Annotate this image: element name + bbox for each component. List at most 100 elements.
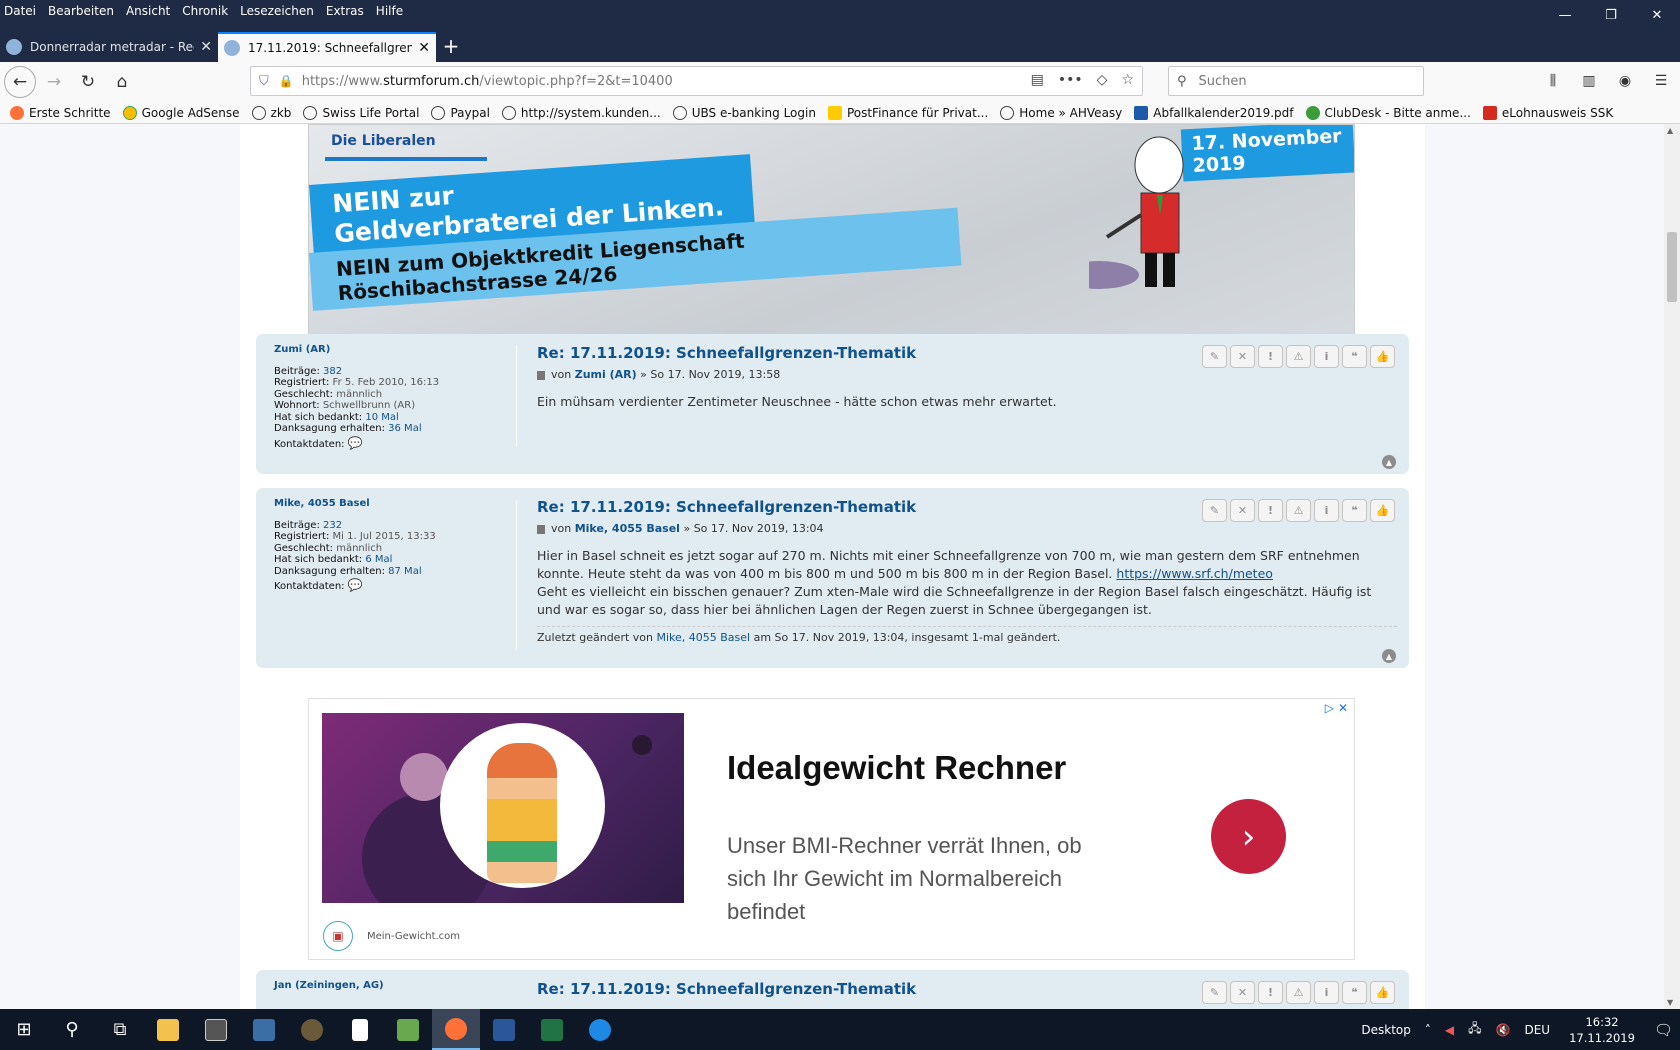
- url-bar[interactable]: ⛉ 🔒 https://www.sturmforum.ch/viewtopic.…: [250, 66, 1143, 96]
- back-to-top-icon[interactable]: ▲: [1382, 649, 1396, 663]
- file-explorer-icon[interactable]: [144, 1009, 192, 1050]
- notifications-icon[interactable]: 🗨: [1654, 1021, 1673, 1039]
- url-text[interactable]: https://www.sturmforum.ch/viewtopic.php?…: [302, 74, 673, 89]
- forward-arrow-icon[interactable]: →: [38, 66, 70, 98]
- info-icon[interactable]: i: [1314, 981, 1339, 1004]
- reload-icon[interactable]: ↻: [72, 66, 104, 98]
- game-icon[interactable]: [288, 1009, 336, 1050]
- report-icon[interactable]: !: [1258, 499, 1283, 522]
- tracking-shield-icon[interactable]: ⛉: [259, 74, 269, 89]
- delete-icon[interactable]: ✕: [1230, 499, 1255, 522]
- task-view-icon[interactable]: ⧉: [96, 1009, 144, 1050]
- bookmark-abfallkalender[interactable]: Abfallkalender2019.pdf: [1134, 105, 1294, 120]
- back-arrow-icon[interactable]: ←: [4, 66, 36, 98]
- excel-icon[interactable]: [528, 1009, 576, 1050]
- page-actions-icon[interactable]: •••: [1058, 72, 1083, 88]
- delete-icon[interactable]: ✕: [1230, 981, 1255, 1004]
- edit-icon[interactable]: ✎: [1202, 499, 1227, 522]
- pocket-icon[interactable]: ◇: [1097, 72, 1108, 88]
- thanks-icon[interactable]: 👍: [1370, 345, 1395, 368]
- post-author[interactable]: Mike, 4055 Basel: [575, 522, 680, 535]
- search-input[interactable]: ⚲ Suchen: [1168, 66, 1424, 96]
- minimize-icon[interactable]: —: [1542, 0, 1588, 30]
- warning-icon[interactable]: ⚠: [1286, 499, 1311, 522]
- username-link[interactable]: Zumi (AR): [274, 344, 504, 356]
- bookmark-postfinance[interactable]: PostFinance für Privat...: [827, 105, 988, 120]
- edit-icon[interactable]: ✎: [1202, 345, 1227, 368]
- account-icon[interactable]: ◉: [1612, 66, 1638, 96]
- bookmark-ahveasy[interactable]: Home » AHVeasy: [1000, 105, 1122, 120]
- bmi-ad[interactable]: ▣ Mein-Gewicht.com Idealgewicht Rechner …: [308, 698, 1355, 960]
- tab-donnerradar[interactable]: Donnerradar metradar - Regen... ✕: [0, 32, 218, 62]
- edit-icon[interactable]: ✎: [1202, 981, 1227, 1004]
- hamburger-menu-icon[interactable]: ☰: [1648, 66, 1674, 96]
- edited-user-link[interactable]: Mike, 4055 Basel: [656, 631, 750, 644]
- warning-icon[interactable]: ⚠: [1286, 981, 1311, 1004]
- info-icon[interactable]: i: [1314, 345, 1339, 368]
- bookmark-clubdesk[interactable]: ClubDesk - Bitte anme...: [1305, 105, 1471, 120]
- firefox-icon[interactable]: [432, 1009, 480, 1050]
- new-tab-button[interactable]: +: [436, 32, 466, 62]
- library-icon[interactable]: ⫼: [1540, 66, 1566, 96]
- close-window-icon[interactable]: ✕: [1634, 0, 1680, 30]
- chart-app-icon[interactable]: [384, 1009, 432, 1050]
- search-icon[interactable]: ⚲: [48, 1009, 96, 1050]
- scrollbar-thumb[interactable]: [1667, 232, 1677, 302]
- clock[interactable]: 16:32 17.11.2019: [1569, 1014, 1635, 1046]
- language-indicator[interactable]: DEU: [1524, 1023, 1550, 1037]
- menu-bearbeiten[interactable]: Bearbeiten: [48, 4, 114, 18]
- info-icon[interactable]: i: [1314, 499, 1339, 522]
- chevron-up-icon[interactable]: ˄: [1425, 1023, 1431, 1037]
- word-icon[interactable]: [480, 1009, 528, 1050]
- quote-icon[interactable]: ❝: [1342, 345, 1367, 368]
- menu-hilfe[interactable]: Hilfe: [376, 4, 403, 18]
- srf-meteo-link[interactable]: https://www.srf.ch/meteo: [1116, 566, 1273, 581]
- adchoices-icon[interactable]: ▷: [1325, 701, 1334, 715]
- close-ad-icon[interactable]: ✕: [1338, 701, 1348, 715]
- quote-icon[interactable]: ❝: [1342, 981, 1367, 1004]
- back-to-top-icon[interactable]: ▲: [1382, 455, 1396, 469]
- bookmark-system-kunden[interactable]: http://system.kunden...: [501, 105, 661, 120]
- volume-muted-icon[interactable]: 🔇: [1496, 1023, 1511, 1037]
- menu-chronik[interactable]: Chronik: [182, 4, 228, 18]
- contact-bubble-icon[interactable]: 💬: [348, 436, 363, 450]
- bookmark-zkb[interactable]: zkb: [251, 105, 291, 120]
- lock-icon[interactable]: 🔒: [279, 74, 294, 88]
- close-tab-icon[interactable]: ✕: [200, 39, 212, 55]
- scroll-down-icon[interactable]: ▼: [1667, 998, 1673, 1007]
- menu-datei[interactable]: Datei: [4, 4, 36, 18]
- report-icon[interactable]: !: [1258, 981, 1283, 1004]
- home-icon[interactable]: ⌂: [106, 66, 138, 98]
- notepad-icon[interactable]: [336, 1009, 384, 1050]
- desktop-label[interactable]: Desktop: [1361, 1023, 1411, 1037]
- contact-bubble-icon[interactable]: 💬: [348, 578, 363, 592]
- bookmark-google-adsense[interactable]: Google AdSense: [122, 105, 240, 120]
- thanks-icon[interactable]: 👍: [1370, 981, 1395, 1004]
- post-file-icon[interactable]: [537, 524, 545, 534]
- sidebar-icon[interactable]: ▥: [1576, 66, 1602, 96]
- username-link[interactable]: Jan (Zeiningen, AG): [274, 980, 504, 992]
- post-file-icon[interactable]: [537, 370, 545, 380]
- report-icon[interactable]: !: [1258, 345, 1283, 368]
- ad-next-button[interactable]: ›: [1211, 799, 1286, 874]
- delete-icon[interactable]: ✕: [1230, 345, 1255, 368]
- bookmark-ubs[interactable]: UBS e-banking Login: [672, 105, 816, 120]
- banner-ad[interactable]: Die Liberalen 17. November 2019 NEIN zur…: [308, 124, 1355, 354]
- antivirus-icon[interactable]: ◀: [1445, 1023, 1454, 1037]
- scroll-up-icon[interactable]: ▲: [1667, 126, 1673, 135]
- menu-extras[interactable]: Extras: [326, 4, 364, 18]
- username-link[interactable]: Mike, 4055 Basel: [274, 498, 504, 510]
- bookmark-swiss-life[interactable]: Swiss Life Portal: [303, 105, 419, 120]
- start-windows-icon[interactable]: ⊞: [0, 1009, 48, 1050]
- screenshot-tool-icon[interactable]: [192, 1009, 240, 1050]
- bookmark-star-icon[interactable]: ☆: [1121, 72, 1134, 88]
- bookmark-paypal[interactable]: Paypal: [431, 105, 490, 120]
- close-tab-icon[interactable]: ✕: [418, 40, 430, 56]
- reader-view-icon[interactable]: ▤: [1031, 72, 1044, 88]
- page-scrollbar[interactable]: ▲ ▼: [1664, 124, 1680, 1009]
- tab-schneefallgrenzen[interactable]: 17.11.2019: Schneefallgrenzen-T... ✕: [218, 32, 436, 62]
- restore-icon[interactable]: ❐: [1588, 0, 1634, 30]
- menu-ansicht[interactable]: Ansicht: [126, 4, 170, 18]
- network-icon[interactable]: 🖧: [1468, 1019, 1481, 1040]
- browser-app-icon[interactable]: [576, 1009, 624, 1050]
